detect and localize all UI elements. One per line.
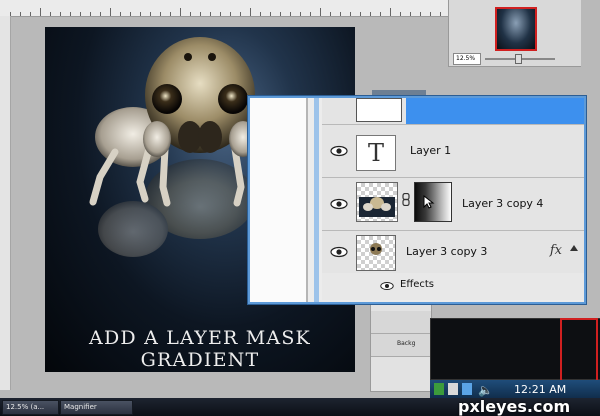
taskbar-button-label: 12.5% (a... bbox=[6, 403, 45, 411]
layer-effects-icon[interactable]: fx bbox=[550, 243, 562, 258]
eye-icon[interactable] bbox=[330, 145, 348, 157]
spider-head-thumbnail-icon bbox=[370, 243, 382, 255]
navigator-thumbnail[interactable] bbox=[495, 7, 537, 51]
expand-effects-arrow-icon[interactable] bbox=[570, 245, 578, 251]
layer-row-layer-1[interactable]: T Layer 1 bbox=[322, 125, 584, 178]
effects-label: Effects bbox=[400, 279, 434, 290]
watermark: pxleyes.com bbox=[458, 397, 571, 416]
layer-row-layer-3-copy-3[interactable]: Layer 3 copy 3 fx bbox=[322, 231, 584, 273]
layer-row-layer-3-copy-4[interactable]: Layer 3 copy 4 bbox=[322, 178, 584, 231]
layers-panel-row[interactable] bbox=[371, 311, 431, 334]
eye-icon[interactable] bbox=[330, 198, 348, 210]
tray-app-icon[interactable] bbox=[448, 383, 458, 395]
selection-highlight bbox=[406, 98, 584, 124]
network-icon[interactable] bbox=[434, 383, 444, 395]
taskbar-button-photoshop[interactable]: 12.5% (a... bbox=[2, 400, 59, 415]
layer-name[interactable]: Layer 3 copy 4 bbox=[462, 197, 543, 210]
cursor-arrow-icon bbox=[423, 195, 435, 209]
layer-thumbnail bbox=[356, 98, 402, 122]
layer-effects-row[interactable]: Effects bbox=[322, 273, 584, 300]
preview-highlight-frame bbox=[560, 318, 598, 384]
vertical-ruler bbox=[0, 16, 11, 390]
layers-panel-background: Backg bbox=[370, 300, 432, 392]
horizontal-ruler bbox=[0, 0, 448, 17]
layer-mask-thumbnail[interactable] bbox=[414, 182, 452, 222]
eye-icon[interactable] bbox=[380, 281, 394, 291]
layer-name: Backg bbox=[397, 340, 416, 347]
navigator-panel: 12.5% bbox=[448, 0, 581, 67]
layer-name[interactable]: Layer 3 copy 3 bbox=[406, 245, 487, 258]
navigator-zoom-slider-knob[interactable] bbox=[515, 54, 522, 64]
layer-row-selected[interactable] bbox=[322, 98, 584, 125]
canvas-caption: ADD A LAYER MASK GRADIENT bbox=[89, 327, 311, 371]
layers-panel-row[interactable]: Backg bbox=[371, 334, 431, 357]
chain-link-icon[interactable] bbox=[402, 193, 410, 206]
eye-icon[interactable] bbox=[330, 246, 348, 258]
clock[interactable]: 12:21 AM bbox=[514, 383, 566, 396]
navigator-zoom-field[interactable]: 12.5% bbox=[453, 53, 481, 65]
text-layer-thumbnail: T bbox=[356, 135, 396, 171]
layer-thumbnail bbox=[356, 235, 396, 271]
taskbar-button-label: Magnifier bbox=[64, 403, 97, 411]
volume-icon[interactable]: 🔈 bbox=[478, 383, 493, 397]
layer-thumbnail bbox=[356, 182, 398, 222]
layer-name[interactable]: Layer 1 bbox=[410, 144, 451, 157]
tray-app-icon[interactable] bbox=[462, 383, 472, 395]
magnifier-layers-panel: T Layer 1 Layer 3 copy 4 Layer 3 copy 3 … bbox=[248, 96, 586, 304]
panel-divider bbox=[314, 98, 319, 302]
spider-thumbnail-icon bbox=[359, 197, 395, 217]
taskbar-button-magnifier[interactable]: Magnifier bbox=[60, 400, 133, 415]
magnifier-left-area bbox=[250, 98, 308, 302]
